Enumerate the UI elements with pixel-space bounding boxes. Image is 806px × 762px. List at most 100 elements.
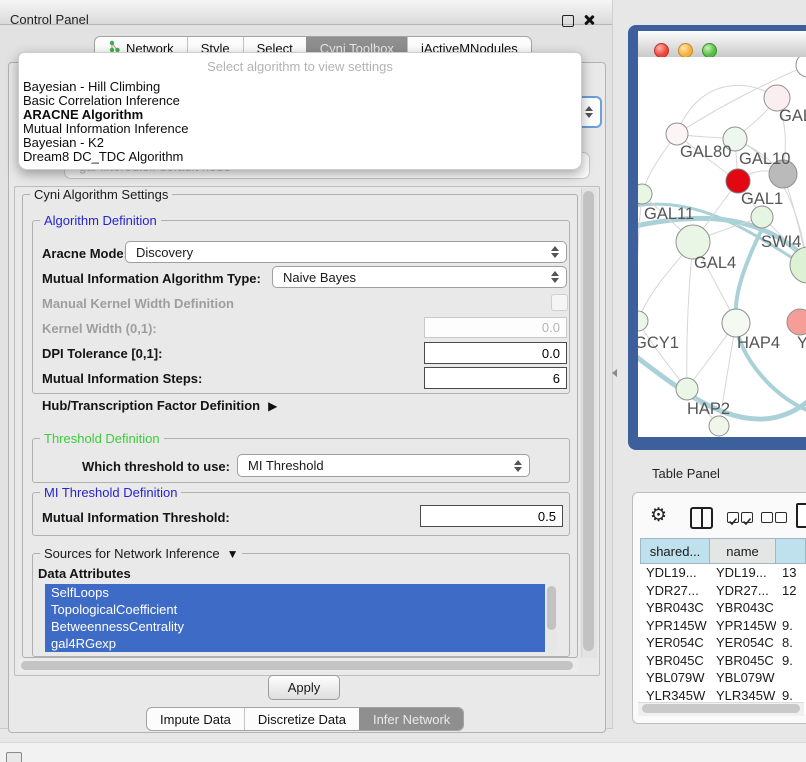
combo-spinner-icon <box>551 271 559 283</box>
dropdown-item-list: Bayesian - Hill Climbing Basic Correlati… <box>23 80 575 164</box>
hub-definition-expander[interactable]: Hub/Transcription Factor Definition ▶ <box>42 398 277 413</box>
expander-down-arrow-icon: ▼ <box>227 547 239 561</box>
node-label: HAP4 <box>737 334 780 352</box>
mi-type-combobox[interactable]: Naive Bayes <box>272 266 567 288</box>
dropdown-prompt: Select algorithm to view settings <box>19 59 581 74</box>
combo-spinner-icon <box>551 246 559 258</box>
table-horizontal-scrollbar-thumb[interactable] <box>642 704 800 713</box>
table-row[interactable]: YBR043CYBR043C <box>640 599 806 617</box>
dropdown-item-selected[interactable]: ARACNE Algorithm <box>23 108 575 122</box>
dpi-tolerance-label: DPI Tolerance [0,1]: <box>42 346 162 361</box>
mi-steps-label: Mutual Information Steps: <box>42 371 202 386</box>
collapsed-panel-icon[interactable] <box>6 752 22 762</box>
node-label: SWI4 <box>761 233 801 251</box>
network-graph: GAL GAL80 GAL10 GAL1 GAL11 SWI4 GAL4 GCY… <box>638 57 806 437</box>
table-row[interactable]: YER054CYER054C8. <box>640 634 806 652</box>
which-threshold-label: Which threshold to use: <box>80 459 230 474</box>
mi-steps-value: 6 <box>553 371 560 386</box>
tab-discretize-data-label: Discretize Data <box>258 712 346 727</box>
dropdown-item[interactable]: Dream8 DC_TDC Algorithm <box>23 150 575 164</box>
cell: 9. <box>776 617 806 635</box>
cell: YBL079W <box>640 669 710 687</box>
table-row[interactable]: YBR045CYBR045C9. <box>640 652 806 670</box>
tab-impute-data-label: Impute Data <box>160 712 231 727</box>
network-node[interactable] <box>790 247 806 283</box>
node-table: shared... name YDL19...YDL19...13 YDR27.… <box>640 538 806 714</box>
table-panel-header[interactable]: Table Panel <box>625 458 806 488</box>
columns-icon[interactable] <box>690 507 713 529</box>
table-body[interactable]: YDL19...YDL19...13 YDR27...YDR27...12 YB… <box>640 564 806 714</box>
unchecked-checkbox-icon[interactable] <box>775 512 787 523</box>
mi-threshold-label: Mutual Information Threshold: <box>42 510 230 525</box>
vertical-scrollbar-thumb[interactable] <box>583 191 594 651</box>
node-label: GCY1 <box>638 334 679 352</box>
network-node-hap4[interactable] <box>722 309 750 337</box>
dpi-tolerance-field[interactable]: 0.0 <box>424 342 567 364</box>
mi-threshold-field[interactable]: 0.5 <box>420 505 563 527</box>
tab-infer-network-label: Infer Network <box>373 712 450 727</box>
network-node-gal80[interactable] <box>666 123 688 145</box>
group-title: Cyni Algorithm Settings <box>30 187 172 202</box>
tab-infer-network[interactable]: Infer Network <box>359 708 463 730</box>
file-icon[interactable] <box>796 503 806 528</box>
attributes-scrollbar-thumb[interactable] <box>547 586 556 630</box>
tab-discretize-data[interactable]: Discretize Data <box>244 708 359 730</box>
column-header-partial[interactable] <box>776 538 806 564</box>
sources-expander[interactable]: Sources for Network Inference ▼ <box>40 546 242 561</box>
network-window-titlebar[interactable] <box>638 31 806 58</box>
network-node-gcy1[interactable] <box>638 311 648 331</box>
network-node-salmon[interactable] <box>787 309 806 335</box>
column-header-shared-name[interactable]: shared... <box>640 538 710 564</box>
network-node-hap2[interactable] <box>676 378 698 400</box>
gear-icon[interactable]: ⚙ <box>650 505 667 527</box>
column-header-name[interactable]: name <box>710 538 776 564</box>
aracne-mode-combobox[interactable]: Discovery <box>125 241 567 263</box>
control-panel-titlebar[interactable] <box>0 0 612 25</box>
which-threshold-combobox[interactable]: MI Threshold <box>237 454 530 477</box>
unchecked-checkbox-icon[interactable] <box>761 512 773 523</box>
close-traffic-light[interactable] <box>654 43 669 58</box>
minimize-traffic-light[interactable] <box>678 43 693 58</box>
dropdown-item[interactable]: Mutual Information Inference <box>23 122 575 136</box>
checked-checkbox-icon[interactable] <box>741 512 753 523</box>
network-node[interactable] <box>796 57 806 77</box>
attribute-item-selected[interactable]: gal4RGexp <box>45 635 545 652</box>
table-row[interactable]: YDL19...YDL19...13 <box>640 564 806 582</box>
panel-splitter-arrow[interactable] <box>612 369 617 377</box>
table-row[interactable]: YDR27...YDR27...12 <box>640 582 806 600</box>
cell: 9. <box>776 652 806 670</box>
table-header-row: shared... name <box>640 538 806 564</box>
apply-button[interactable]: Apply <box>268 675 340 700</box>
checked-checkbox-icon[interactable] <box>727 512 739 523</box>
zoom-traffic-light[interactable] <box>702 43 717 58</box>
network-view-canvas[interactable]: GAL GAL80 GAL10 GAL1 GAL11 SWI4 GAL4 GCY… <box>638 57 806 437</box>
cell: YPR145W <box>640 617 710 635</box>
dropdown-item[interactable]: Bayesian - K2 <box>23 136 575 150</box>
table-row[interactable]: YBL079WYBL079W <box>640 669 806 687</box>
network-node[interactable] <box>709 416 729 436</box>
combo-spinner-icon <box>514 460 522 472</box>
mi-steps-field[interactable]: 6 <box>424 367 567 389</box>
attribute-item-selected[interactable]: BetweennessCentrality <box>45 618 545 635</box>
kernel-width-field: 0.0 <box>424 317 567 338</box>
cell: YDR27... <box>710 582 776 600</box>
dropdown-item[interactable]: Basic Correlation Inference <box>23 94 575 108</box>
node-label: GAL4 <box>694 254 736 272</box>
horizontal-scrollbar-thumb[interactable] <box>21 661 573 670</box>
group-title: MI Threshold Definition <box>40 485 181 500</box>
hub-definition-label: Hub/Transcription Factor Definition <box>42 398 260 413</box>
attribute-item-selected[interactable]: SelfLoops <box>45 584 545 601</box>
cell: YBR045C <box>710 652 776 670</box>
tab-impute-data[interactable]: Impute Data <box>147 708 244 730</box>
cell: 13 <box>776 564 806 582</box>
float-window-icon[interactable] <box>562 15 574 27</box>
manual-kernel-label: Manual Kernel Width Definition <box>42 296 234 311</box>
close-icon[interactable] <box>583 14 595 26</box>
dropdown-item[interactable]: Bayesian - Hill Climbing <box>23 80 575 94</box>
table-row[interactable]: YPR145WYPR145W9. <box>640 617 806 635</box>
mi-type-value: Naive Bayes <box>283 270 356 285</box>
dpi-tolerance-value: 0.0 <box>542 346 560 361</box>
attribute-item-selected[interactable]: TopologicalCoefficient <box>45 601 545 618</box>
mi-type-label: Mutual Information Algorithm Type: <box>42 271 261 286</box>
network-node-gal1[interactable] <box>751 206 773 228</box>
